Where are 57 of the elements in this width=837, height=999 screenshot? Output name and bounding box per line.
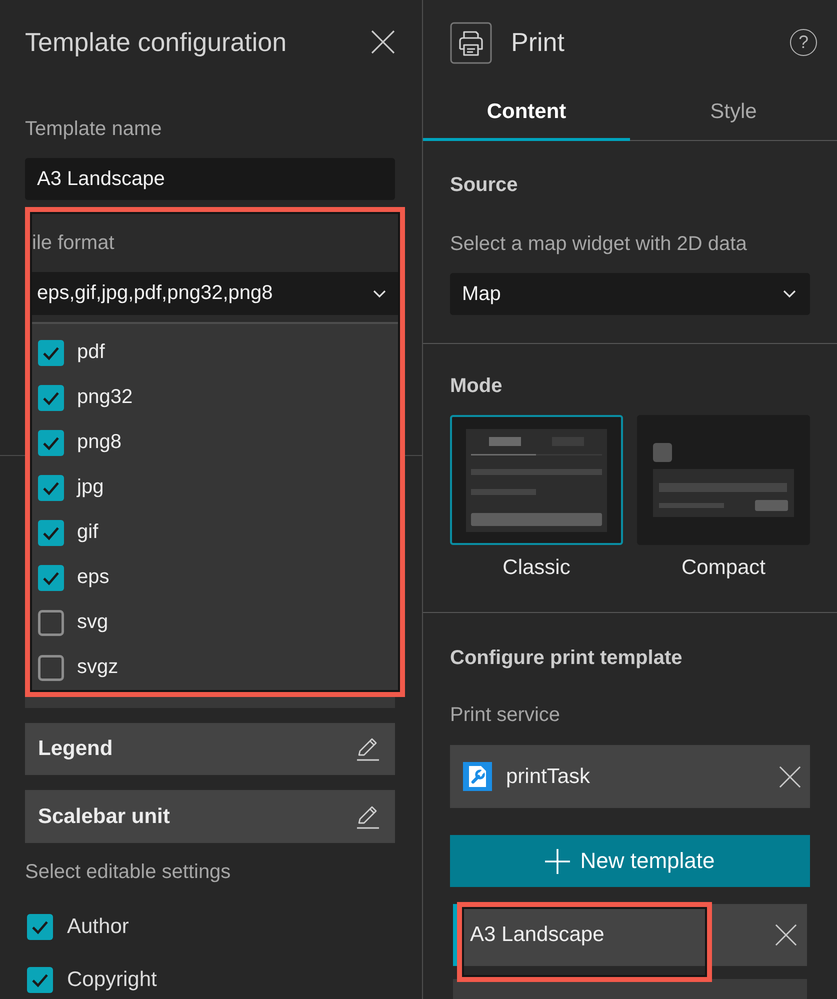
panel-title: Template configuration [25,26,287,58]
checkbox[interactable] [38,430,64,456]
panel-title: Print [511,27,564,58]
checkbox[interactable] [38,474,64,500]
checkbox[interactable] [38,564,64,590]
chevron-down-icon [783,290,796,298]
tab[interactable]: Content [423,85,630,141]
checkbox-label[interactable]: Copyright [67,968,157,992]
pencil-icon[interactable] [355,804,381,830]
option-label[interactable]: eps [77,566,110,589]
setting-label: Scalebar unit [38,804,170,828]
section-heading: Configure print template [450,646,684,670]
checkbox-label[interactable]: Author [67,915,129,939]
help-icon[interactable]: ? [790,29,817,56]
map-dropdown[interactable]: Map [450,273,810,315]
template-name: A3 Landscape [470,923,604,947]
setting-card[interactable]: Scalebar unit [25,790,395,843]
service-card[interactable]: printTask [450,745,810,808]
option-label[interactable]: svg [77,611,108,634]
option-label[interactable]: svgz [77,656,118,679]
new-template-button[interactable]: New template [450,835,810,887]
setting-label: Legend [38,737,113,761]
field-label: Print service [450,703,562,727]
option-label[interactable]: jpg [77,476,104,499]
input-field[interactable]: A3 Landscape [25,158,395,200]
mode-label: Classic [502,556,570,580]
template-item[interactable]: A3 Landscape [453,904,807,966]
format-dropdown[interactable]: eps,gif,jpg,pdf,png32,png8 [32,272,398,315]
field-label: ile format [32,231,114,255]
wrench-icon [463,762,492,791]
printer-icon [450,22,492,64]
section-label: Select editable settings [25,860,232,884]
checkbox[interactable] [27,914,53,940]
tab[interactable]: Style [630,85,837,141]
checkbox[interactable] [38,384,64,410]
close-icon[interactable] [779,766,801,788]
checkbox[interactable] [38,654,64,680]
close-icon[interactable] [775,924,797,946]
close-icon[interactable] [371,30,395,54]
chevron-down-icon [373,290,386,298]
section-heading: Source [450,173,519,197]
checkbox[interactable] [38,520,64,546]
plus-icon [545,848,570,874]
section-heading: Mode [450,374,504,398]
checkbox[interactable] [38,340,64,366]
checkbox[interactable] [27,967,53,993]
option-label[interactable]: png32 [77,386,133,409]
field-label: Template name [25,117,163,141]
option-label[interactable]: gif [77,521,98,544]
option-label[interactable]: png8 [77,431,122,454]
option-label[interactable]: pdf [77,341,105,364]
service-name: printTask [506,764,590,788]
pencil-icon[interactable] [355,736,381,762]
field-label: Select a map widget with 2D data [450,232,748,256]
checkbox[interactable] [38,610,64,636]
setting-card[interactable]: Legend [25,723,395,775]
mode-label: Compact [681,556,766,580]
